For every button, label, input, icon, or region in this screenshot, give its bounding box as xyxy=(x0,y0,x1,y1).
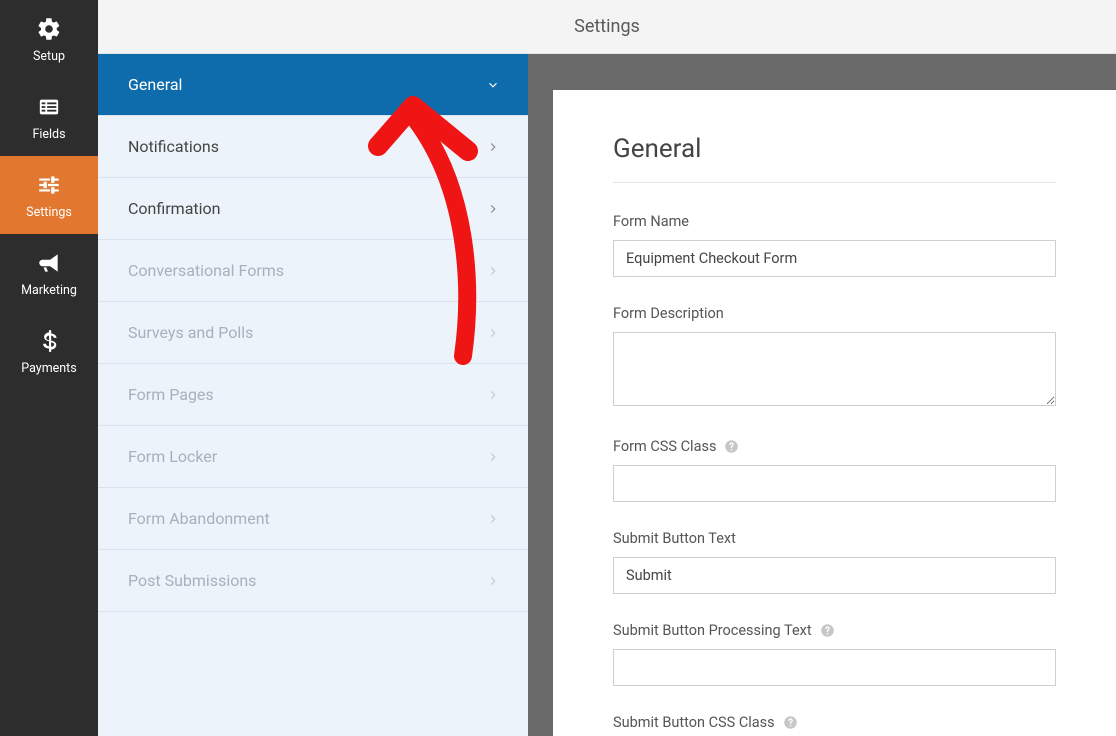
chevron-right-icon xyxy=(486,326,500,340)
input-submit-button-text[interactable] xyxy=(613,557,1056,594)
settings-item-general[interactable]: General xyxy=(98,54,528,116)
field-form-css-class: Form CSS Class xyxy=(613,438,1056,502)
settings-item-label: Conversational Forms xyxy=(128,261,284,280)
help-icon[interactable] xyxy=(820,623,835,638)
settings-item-label: General xyxy=(128,75,182,94)
help-icon[interactable] xyxy=(724,439,739,454)
settings-item-label: Form Abandonment xyxy=(128,509,270,528)
label-form-name: Form Name xyxy=(613,213,1056,230)
chevron-down-icon xyxy=(486,78,500,92)
field-form-name: Form Name xyxy=(613,213,1056,277)
settings-item-confirmation[interactable]: Confirmation xyxy=(98,178,528,240)
field-form-description: Form Description xyxy=(613,305,1056,410)
sidebar-label-settings: Settings xyxy=(26,205,72,220)
top-bar: Settings xyxy=(98,0,1116,54)
input-form-css-class[interactable] xyxy=(613,465,1056,502)
page-title: Settings xyxy=(574,16,640,37)
field-submit-button-text: Submit Button Text xyxy=(613,530,1056,594)
settings-item-label: Post Submissions xyxy=(128,571,256,590)
sidebar-item-fields[interactable]: Fields xyxy=(0,78,98,156)
sidebar-label-payments: Payments xyxy=(21,361,76,376)
settings-item-surveys-polls[interactable]: Surveys and Polls xyxy=(98,302,528,364)
label-text: Submit Button Processing Text xyxy=(613,622,812,639)
icon-sidebar: Setup Fields Settings Marketing Payments xyxy=(0,0,98,736)
input-submit-button-processing-text[interactable] xyxy=(613,649,1056,686)
settings-item-form-locker[interactable]: Form Locker xyxy=(98,426,528,488)
settings-item-label: Confirmation xyxy=(128,199,220,218)
form-card: General Form Name Form Description Form … xyxy=(553,90,1116,736)
chevron-right-icon xyxy=(486,450,500,464)
sidebar-label-fields: Fields xyxy=(32,127,65,142)
help-icon[interactable] xyxy=(783,715,798,730)
chevron-right-icon xyxy=(486,512,500,526)
gear-icon xyxy=(35,15,63,43)
chevron-right-icon xyxy=(486,388,500,402)
field-submit-button-css-class: Submit Button CSS Class xyxy=(613,714,1056,736)
preview-area: General Form Name Form Description Form … xyxy=(528,54,1116,736)
label-submit-button-processing-text: Submit Button Processing Text xyxy=(613,622,1056,639)
label-text: Form CSS Class xyxy=(613,438,716,455)
dollar-icon xyxy=(35,327,63,355)
label-submit-button-css-class: Submit Button CSS Class xyxy=(613,714,1056,731)
list-icon xyxy=(35,93,63,121)
sidebar-item-setup[interactable]: Setup xyxy=(0,0,98,78)
field-submit-button-processing-text: Submit Button Processing Text xyxy=(613,622,1056,686)
label-text: Submit Button CSS Class xyxy=(613,714,775,731)
sidebar-label-marketing: Marketing xyxy=(21,283,77,298)
label-form-description: Form Description xyxy=(613,305,1056,322)
sidebar-label-setup: Setup xyxy=(33,49,65,64)
settings-item-label: Surveys and Polls xyxy=(128,323,253,342)
form-heading: General xyxy=(613,134,1056,183)
input-form-name[interactable] xyxy=(613,240,1056,277)
settings-item-label: Notifications xyxy=(128,137,219,156)
sliders-icon xyxy=(35,171,63,199)
settings-item-notifications[interactable]: Notifications xyxy=(98,116,528,178)
bullhorn-icon xyxy=(35,249,63,277)
chevron-right-icon xyxy=(486,574,500,588)
settings-item-label: Form Pages xyxy=(128,385,214,404)
settings-item-label: Form Locker xyxy=(128,447,217,466)
textarea-form-description[interactable] xyxy=(613,332,1056,406)
settings-item-post-submissions[interactable]: Post Submissions xyxy=(98,550,528,612)
settings-item-form-pages[interactable]: Form Pages xyxy=(98,364,528,426)
label-submit-button-text: Submit Button Text xyxy=(613,530,1056,547)
chevron-right-icon xyxy=(486,264,500,278)
sidebar-item-payments[interactable]: Payments xyxy=(0,312,98,390)
settings-panel: General Notifications Confirmation Conve… xyxy=(98,54,528,736)
chevron-right-icon xyxy=(486,202,500,216)
settings-item-form-abandonment[interactable]: Form Abandonment xyxy=(98,488,528,550)
chevron-right-icon xyxy=(486,140,500,154)
settings-item-conversational-forms[interactable]: Conversational Forms xyxy=(98,240,528,302)
sidebar-item-settings[interactable]: Settings xyxy=(0,156,98,234)
label-form-css-class: Form CSS Class xyxy=(613,438,1056,455)
sidebar-item-marketing[interactable]: Marketing xyxy=(0,234,98,312)
